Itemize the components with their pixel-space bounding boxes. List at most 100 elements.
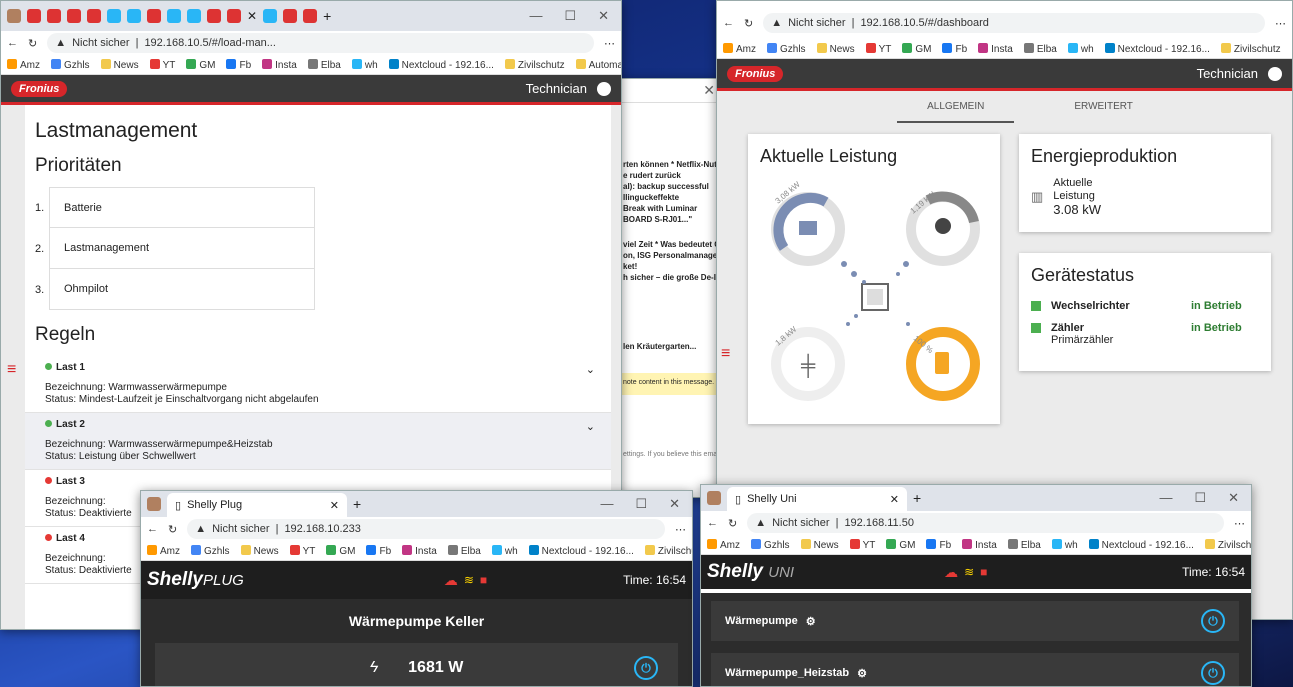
bookmark-item[interactable]: Zivilschutz xyxy=(504,58,565,71)
new-tab-button[interactable]: + xyxy=(353,496,361,512)
power-button[interactable]: ⏻ xyxy=(634,656,658,680)
user-icon[interactable] xyxy=(597,81,611,96)
maximize-button[interactable]: ☐ xyxy=(564,8,576,24)
address-bar-row: ← ↻ ▲ Nicht sicher | 192.168.10.5/#/load-ma… xyxy=(1,31,621,55)
bookmark-item[interactable]: Elba xyxy=(1007,538,1041,551)
minimize-button[interactable]: — xyxy=(600,496,613,512)
back-icon[interactable]: ← xyxy=(723,17,734,29)
bookmark-item[interactable]: Amz xyxy=(707,538,740,551)
bookmark-item[interactable]: YT xyxy=(149,58,175,71)
bookmark-item[interactable]: Gzhls xyxy=(191,544,230,557)
maximize-button[interactable]: ☐ xyxy=(635,496,647,512)
bookmark-item[interactable]: Fb xyxy=(942,42,967,55)
url-field[interactable]: ▲ Nicht sicher | 192.168.10.5/#/load-man... xyxy=(47,33,594,53)
priority-item[interactable]: 1. Batterie xyxy=(35,187,601,228)
bookmark-item[interactable]: News xyxy=(240,544,279,557)
url-field[interactable]: ▲ Nicht sicher | 192.168.10.233 xyxy=(187,519,665,539)
extensions-icon[interactable]: ⋯ xyxy=(1234,517,1245,530)
bookmark-item[interactable]: Zivilschutz xyxy=(1204,538,1251,551)
back-icon[interactable]: ← xyxy=(707,517,718,529)
inverter-icon[interactable] xyxy=(861,283,889,311)
bookmark-item[interactable]: wh xyxy=(1067,42,1094,55)
bookmark-item[interactable]: Zivilschutz xyxy=(644,544,692,557)
back-icon[interactable]: ← xyxy=(147,523,158,535)
shelly-header: Shelly UNI ☁ ≋ ■ Time: 16:54 xyxy=(701,555,1251,589)
minimize-button[interactable]: — xyxy=(529,8,542,24)
bookmark-item[interactable]: Elba xyxy=(447,544,481,557)
bookmark-item[interactable]: Elba xyxy=(307,58,341,71)
tab-erweitert[interactable]: ERWEITERT xyxy=(1074,91,1133,123)
chevron-down-icon[interactable]: ⌄ xyxy=(586,421,595,433)
close-button[interactable]: ✕ xyxy=(669,496,680,512)
priority-item[interactable]: 2. Lastmanagement xyxy=(35,228,601,269)
maximize-button[interactable]: ☐ xyxy=(1194,490,1206,506)
url-field[interactable]: ▲ Nicht sicher | 192.168.11.50 xyxy=(747,513,1224,533)
bookmark-item[interactable]: Insta xyxy=(262,58,297,71)
bookmark-item[interactable]: Amz xyxy=(147,544,180,557)
settings-icon[interactable]: ⚙ xyxy=(857,667,867,680)
rule-item[interactable]: Last 1 ⌄ Bezeichnung: Warmwasserwärmepumpe… xyxy=(25,356,611,413)
bookmark-item[interactable]: Nextcloud - 192.16... xyxy=(388,58,494,71)
bookmark-item[interactable]: Automation xyxy=(575,58,621,71)
chevron-down-icon[interactable]: ⌄ xyxy=(586,364,595,376)
power-button[interactable]: ⏻ xyxy=(1201,609,1225,633)
tab-close-icon[interactable]: ✕ xyxy=(247,9,257,23)
settings-icon[interactable]: ⚙ xyxy=(806,615,816,628)
bookmark-item[interactable]: wh xyxy=(491,544,518,557)
bookmark-item[interactable]: YT xyxy=(865,42,891,55)
url-field[interactable]: ▲ Nicht sicher | 192.168.10.5/#/dashboard xyxy=(763,13,1265,33)
bookmark-item[interactable]: GM xyxy=(886,538,915,551)
bookmark-item[interactable]: Nextcloud - 192.16... xyxy=(528,544,634,557)
reload-icon[interactable]: ↻ xyxy=(28,37,37,50)
bookmark-item[interactable]: Nextcloud - 192.16... xyxy=(1088,538,1194,551)
bookmark-item[interactable]: Elba xyxy=(1023,42,1057,55)
tab-shelly-plug[interactable]: ▯ Shelly Plug ✕ xyxy=(167,493,347,517)
reload-icon[interactable]: ↻ xyxy=(744,17,753,30)
tab-close-icon[interactable]: ✕ xyxy=(330,499,339,512)
priority-item[interactable]: 3. Ohmpilot xyxy=(35,269,601,310)
menu-icon[interactable]: ≡ xyxy=(7,361,16,379)
bookmark-item[interactable]: Gzhls xyxy=(751,538,790,551)
tab-shelly-uni[interactable]: ▯ Shelly Uni ✕ xyxy=(727,487,907,511)
user-icon[interactable] xyxy=(1268,66,1282,81)
bookmark-item[interactable]: Amz xyxy=(723,42,756,55)
bookmark-item[interactable]: News xyxy=(800,538,839,551)
bookmark-item[interactable]: News xyxy=(100,58,139,71)
close-button[interactable]: ✕ xyxy=(1228,490,1239,506)
tab-close-icon[interactable]: ✕ xyxy=(890,493,899,506)
bookmark-item[interactable]: Insta xyxy=(978,42,1013,55)
bookmark-item[interactable]: GM xyxy=(326,544,355,557)
new-tab-button[interactable]: + xyxy=(913,490,921,506)
bookmark-item[interactable]: Fb xyxy=(926,538,951,551)
bookmark-item[interactable]: YT xyxy=(289,544,315,557)
bookmark-item[interactable]: Amz xyxy=(7,58,40,71)
bookmark-item[interactable]: GM xyxy=(902,42,931,55)
close-button[interactable]: ✕ xyxy=(598,8,609,24)
back-icon[interactable]: ← xyxy=(7,37,18,49)
bookmark-item[interactable]: Fb xyxy=(366,544,391,557)
new-tab-button[interactable]: + xyxy=(323,8,331,24)
bookmark-item[interactable]: Insta xyxy=(962,538,997,551)
bookmark-item[interactable]: GM xyxy=(186,58,215,71)
bookmark-item[interactable]: News xyxy=(816,42,855,55)
power-button[interactable]: ⏻ xyxy=(1201,661,1225,685)
reload-icon[interactable]: ↻ xyxy=(728,517,737,530)
reload-icon[interactable]: ↻ xyxy=(168,523,177,536)
bookmark-item[interactable]: Gzhls xyxy=(767,42,806,55)
bookmark-item[interactable]: Zivilschutz xyxy=(1220,42,1281,55)
extensions-icon[interactable]: ⋯ xyxy=(604,37,615,50)
bookmark-icon xyxy=(149,58,160,69)
bookmark-item[interactable]: Insta xyxy=(402,544,437,557)
menu-icon[interactable]: ≡ xyxy=(721,345,730,363)
extensions-icon[interactable]: ⋯ xyxy=(675,523,686,536)
bookmark-item[interactable]: wh xyxy=(351,58,378,71)
bookmark-item[interactable]: Gzhls xyxy=(51,58,90,71)
bookmark-item[interactable]: Nextcloud - 192.16... xyxy=(1104,42,1210,55)
tab-allgemein[interactable]: ALLGEMEIN xyxy=(897,91,1015,123)
rule-item[interactable]: Last 2 ⌄ Bezeichnung: Warmwasserwärmepumpe… xyxy=(25,413,611,470)
bookmark-item[interactable]: Fb xyxy=(226,58,251,71)
bookmark-item[interactable]: wh xyxy=(1051,538,1078,551)
bookmark-item[interactable]: YT xyxy=(849,538,875,551)
minimize-button[interactable]: — xyxy=(1159,490,1172,506)
extensions-icon[interactable]: ⋯ xyxy=(1275,17,1286,30)
